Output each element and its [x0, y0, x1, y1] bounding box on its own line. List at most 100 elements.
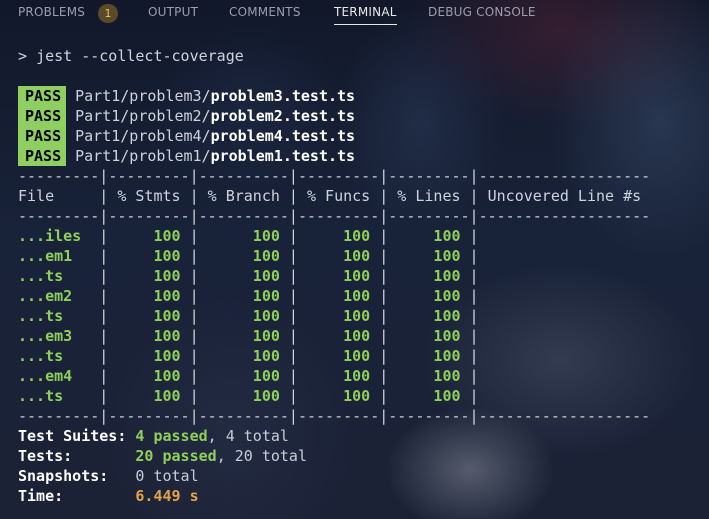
- test-dir: Part1/problem2/: [75, 107, 211, 125]
- prompt-arrow: >: [18, 47, 28, 65]
- table-row: ...ts | 100 | 100 | 100 | 100 |: [18, 386, 650, 406]
- value-cell: 100 |: [297, 327, 389, 345]
- tests-total: , 20 total: [216, 447, 307, 465]
- table-row: ...ts | 100 | 100 | 100 | 100 |: [18, 266, 650, 286]
- coverage-table: ---------| ---------| ----------| ---------…: [18, 166, 650, 426]
- table-row: ...iles | 100 | 100 | 100 | 100 |: [18, 226, 650, 246]
- file-cell: ...ts |: [18, 387, 109, 405]
- tests-passed: 20 passed: [135, 447, 217, 465]
- value-cell: [479, 266, 651, 286]
- value-cell: 100 |: [388, 367, 479, 385]
- value-cell: 100 |: [198, 227, 298, 245]
- test-dir: Part1/problem1/: [75, 147, 211, 165]
- value-cell: [479, 246, 651, 266]
- column-header: % Funcs |: [297, 187, 389, 205]
- tab-debug-console[interactable]: DEBUG CONSOLE: [428, 5, 536, 19]
- time-label: Time:: [18, 487, 64, 505]
- value-cell: 100 |: [388, 247, 479, 265]
- value-cell: 100 |: [388, 287, 479, 305]
- file-cell: ...em3 |: [18, 327, 109, 345]
- tab-terminal[interactable]: TERMINAL: [334, 5, 397, 25]
- summary-snapshots: Snapshots: 0 total: [18, 466, 199, 486]
- value-cell: 100 |: [297, 247, 389, 265]
- tab-problems[interactable]: PROBLEMS: [18, 5, 85, 19]
- table-separator-row: ---------| ---------| ----------| ---------…: [18, 166, 650, 186]
- value-cell: [479, 346, 651, 366]
- file-cell: ...ts |: [18, 307, 109, 325]
- table-row: ...ts | 100 | 100 | 100 | 100 |: [18, 306, 650, 326]
- value-cell: [479, 366, 651, 386]
- value-cell: 100 |: [108, 267, 199, 285]
- table-row: ...ts | 100 | 100 | 100 | 100 |: [18, 346, 650, 366]
- column-header: % Branch |: [198, 187, 298, 205]
- pass-badge: PASS: [18, 126, 67, 146]
- separator-cell: ---------|: [297, 207, 389, 225]
- file-cell: ...ts |: [18, 347, 109, 365]
- table-separator-row: ---------| ---------| ----------| ---------…: [18, 206, 650, 226]
- snapshots-label: Snapshots:: [18, 467, 109, 485]
- file-cell: ...em2 |: [18, 287, 109, 305]
- value-cell: [479, 326, 651, 346]
- value-cell: 100 |: [108, 287, 199, 305]
- separator-cell: -------------------: [478, 167, 651, 185]
- column-header: % Stmts |: [108, 187, 199, 205]
- time-value: 6.449 s: [135, 487, 199, 505]
- pass-line: PASS Part1/problem2/problem2.test.ts: [18, 106, 355, 126]
- value-cell: [479, 386, 651, 406]
- value-cell: 100 |: [388, 347, 479, 365]
- snapshots-value: 0 total: [135, 467, 199, 485]
- command-line: > jest --collect-coverage: [18, 46, 244, 66]
- separator-cell: ---------|: [388, 207, 479, 225]
- value-cell: 100 |: [198, 347, 298, 365]
- value-cell: 100 |: [388, 307, 479, 325]
- value-cell: 100 |: [108, 347, 199, 365]
- summary-tests: Tests: 20 passed, 20 total: [18, 446, 307, 466]
- value-cell: [479, 286, 651, 306]
- value-cell: 100 |: [198, 287, 298, 305]
- table-row: ...em1 | 100 | 100 | 100 | 100 |: [18, 246, 650, 266]
- pass-line: PASS Part1/problem3/problem3.test.ts: [18, 86, 355, 106]
- value-cell: 100 |: [388, 267, 479, 285]
- value-cell: 100 |: [297, 227, 389, 245]
- separator-cell: ----------|: [198, 207, 298, 225]
- value-cell: 100 |: [297, 387, 389, 405]
- separator-cell: -------------------: [478, 407, 651, 425]
- value-cell: 100 |: [297, 367, 389, 385]
- pass-line: PASS Part1/problem4/problem4.test.ts: [18, 126, 355, 146]
- table-separator-row: ---------| ---------| ----------| ---------…: [18, 406, 650, 426]
- tab-output[interactable]: OUTPUT: [148, 5, 198, 19]
- separator-cell: ---------|: [108, 167, 199, 185]
- suites-label: Test Suites:: [18, 427, 127, 445]
- pass-line: PASS Part1/problem1/problem1.test.ts: [18, 146, 355, 166]
- value-cell: [479, 306, 651, 326]
- value-cell: 100 |: [198, 327, 298, 345]
- pass-badge: PASS: [18, 86, 67, 106]
- test-dir: Part1/problem3/: [75, 87, 211, 105]
- panel-tab-bar: PROBLEMS 1 OUTPUT COMMENTS TERMINAL DEBU…: [0, 0, 709, 28]
- pass-badge: PASS: [18, 106, 67, 126]
- separator-cell: ---------|: [18, 167, 109, 185]
- file-cell: ...em1 |: [18, 247, 109, 265]
- separator-cell: ---------|: [388, 407, 479, 425]
- suites-total: , 4 total: [207, 427, 289, 445]
- separator-cell: ---------|: [388, 167, 479, 185]
- separator-cell: ---------|: [18, 407, 109, 425]
- table-row: ...em4 | 100 | 100 | 100 | 100 |: [18, 366, 650, 386]
- value-cell: 100 |: [388, 387, 479, 405]
- test-file: problem1.test.ts: [210, 147, 356, 165]
- column-header: % Lines |: [388, 187, 479, 205]
- separator-cell: -------------------: [478, 207, 651, 225]
- suites-passed: 4 passed: [135, 427, 208, 445]
- value-cell: 100 |: [108, 367, 199, 385]
- value-cell: 100 |: [198, 387, 298, 405]
- separator-cell: ---------|: [108, 207, 199, 225]
- tests-label: Tests:: [18, 447, 73, 465]
- value-cell: 100 |: [198, 267, 298, 285]
- value-cell: 100 |: [108, 227, 199, 245]
- value-cell: 100 |: [388, 327, 479, 345]
- table-row: ...em2 | 100 | 100 | 100 | 100 |: [18, 286, 650, 306]
- file-cell: ...iles |: [18, 227, 109, 245]
- tab-comments[interactable]: COMMENTS: [229, 5, 301, 19]
- value-cell: 100 |: [297, 267, 389, 285]
- summary-suites: Test Suites: 4 passed, 4 total: [18, 426, 289, 446]
